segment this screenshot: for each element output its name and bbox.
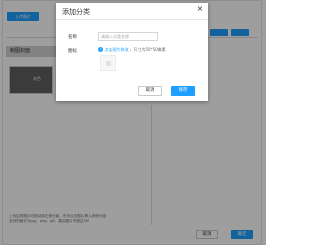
icon-upload-row: i 点击图片修改 ，尺寸为50*50像素 xyxy=(98,46,166,53)
category-name-input[interactable] xyxy=(98,32,158,41)
icon-label: 图标 xyxy=(68,49,77,54)
icon-preview[interactable] xyxy=(100,55,116,71)
add-category-dialog: 添加分类 × 名称 图标 i 点击图片修改 ，尺寸为50*50像素 取消 保存 xyxy=(56,3,208,101)
change-image-link[interactable]: 点击图片修改 xyxy=(105,47,129,53)
dialog-header-divider xyxy=(56,19,208,20)
close-icon[interactable]: × xyxy=(196,5,204,13)
image-placeholder-icon xyxy=(106,61,111,66)
cancel-button[interactable]: 取消 xyxy=(138,86,162,96)
dialog-title: 添加分类 xyxy=(62,8,90,16)
info-icon: i xyxy=(98,47,103,52)
save-button[interactable]: 保存 xyxy=(171,86,195,96)
name-label: 名称 xyxy=(68,35,77,40)
size-hint: ，尺寸为50*50像素 xyxy=(129,46,166,52)
